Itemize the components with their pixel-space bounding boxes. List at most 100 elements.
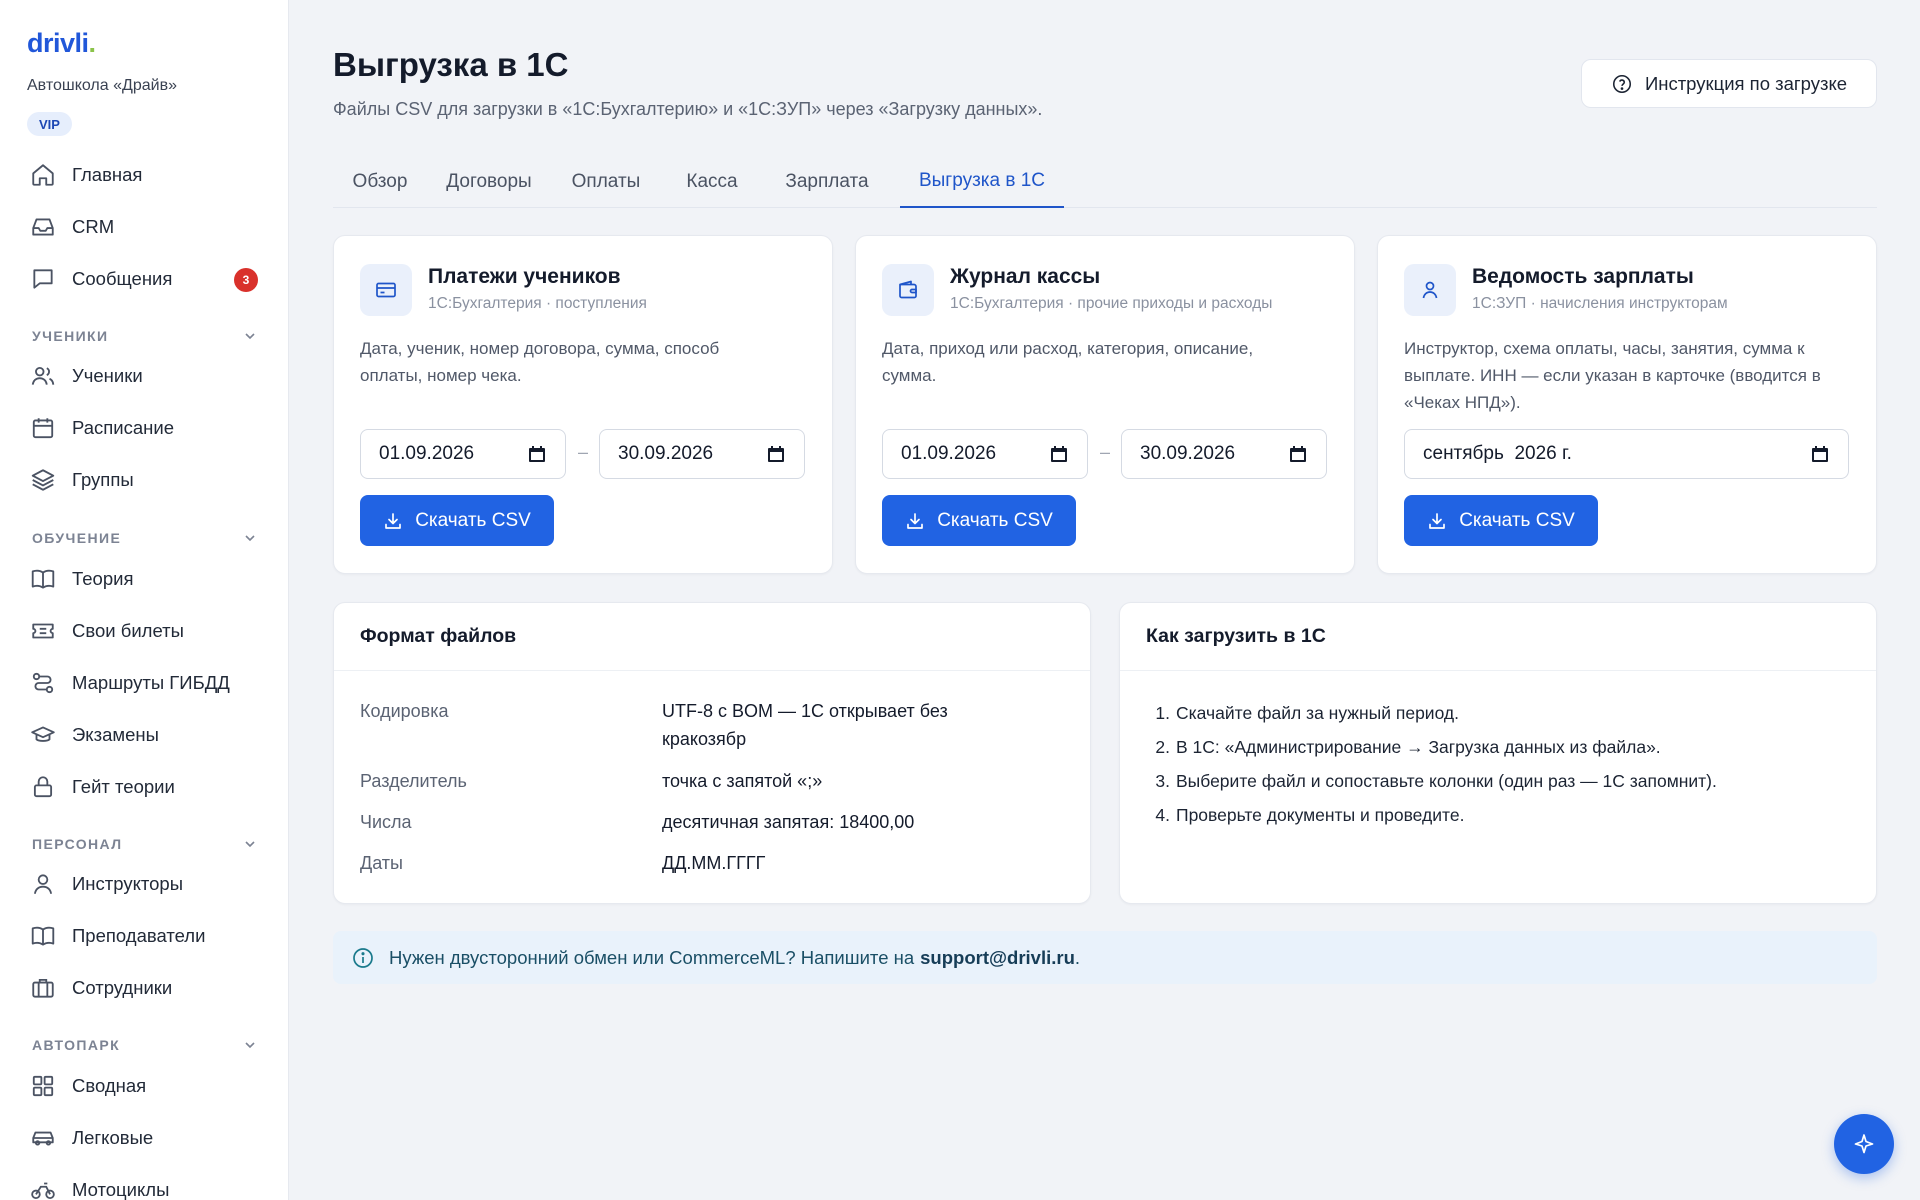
- date-from-input[interactable]: 01.09.2026: [882, 429, 1088, 479]
- panel-title: Формат файлов: [360, 625, 517, 647]
- download-icon: [905, 511, 925, 531]
- format-value: ДД.ММ.ГГГГ: [662, 853, 766, 873]
- download-csv-button[interactable]: Скачать CSV: [360, 495, 554, 546]
- sidebar-item-fleet-summary[interactable]: Сводная: [30, 1068, 260, 1104]
- sidebar-item-label: Инструкторы: [72, 873, 184, 894]
- section-header-staff[interactable]: ПЕРСОНАЛ: [32, 834, 258, 854]
- sidebar-item-theory-gate[interactable]: Гейт теории: [30, 769, 260, 805]
- download-csv-label: Скачать CSV: [415, 509, 531, 531]
- sidebar-item-own-tickets[interactable]: Свои билеты: [30, 613, 260, 649]
- sidebar-item-label: Группы: [72, 469, 134, 490]
- card-description: Дата, ученик, номер договора, сумма, спо…: [360, 339, 720, 385]
- motorcycle-icon: [30, 1177, 56, 1200]
- month-value: сентябрь 2026 г.: [1423, 443, 1572, 464]
- sidebar-item-cars[interactable]: Легковые: [30, 1120, 260, 1156]
- chevron-down-icon: [242, 1037, 258, 1053]
- step-text: Выберите файл и сопоставьте колонки (оди…: [1176, 771, 1717, 791]
- card-subtitle: 1С:ЗУП · начисления инструкторам: [1472, 295, 1728, 312]
- card-description: Инструктор, схема оплаты, часы, занятия,…: [1404, 339, 1821, 412]
- tab-overview[interactable]: Обзор: [333, 156, 427, 208]
- assistant-fab-button[interactable]: [1834, 1114, 1894, 1174]
- download-csv-button[interactable]: Скачать CSV: [1404, 495, 1598, 546]
- tab-salary[interactable]: Зарплата: [771, 156, 883, 208]
- sidebar-item-crm[interactable]: CRM: [30, 209, 260, 245]
- upload-instructions-label: Инструкция по загрузке: [1644, 72, 1848, 94]
- home-icon: [30, 162, 56, 188]
- sidebar-item-groups[interactable]: Группы: [30, 462, 260, 498]
- user-icon: [30, 871, 56, 897]
- book-icon: [30, 566, 56, 592]
- card-title: Журнал кассы: [950, 265, 1101, 288]
- format-key: Кодировка: [360, 701, 449, 721]
- step-text: Проверьте документы и проведите.: [1176, 805, 1465, 825]
- card-subtitle: 1С:Бухгалтерия · прочие приходы и расход…: [950, 295, 1273, 312]
- support-email-link[interactable]: support@drivli.ru: [920, 947, 1075, 969]
- sidebar-item-label: Сообщения: [72, 268, 173, 289]
- wallet-icon: [882, 264, 934, 316]
- step-number: 1.: [1155, 703, 1170, 723]
- file-format-panel: Формат файлов Кодировка UTF-8 с BOM — 1С…: [333, 602, 1091, 904]
- card-title: Платежи учеников: [428, 265, 621, 288]
- calendar-icon[interactable]: [1810, 444, 1830, 464]
- sidebar-item-students[interactable]: Ученики: [30, 358, 260, 394]
- sidebar-item-label: Главная: [72, 164, 143, 185]
- sidebar-item-employees[interactable]: Сотрудники: [30, 970, 260, 1006]
- sidebar-item-home[interactable]: Главная: [30, 157, 260, 193]
- sparkle-icon: [1852, 1132, 1876, 1156]
- chevron-down-icon: [242, 836, 258, 852]
- sidebar-item-messages[interactable]: Сообщения 3: [30, 261, 260, 297]
- download-csv-button[interactable]: Скачать CSV: [882, 495, 1076, 546]
- section-header-education[interactable]: ОБУЧЕНИЕ: [32, 528, 258, 548]
- brand-logo[interactable]: drivli.: [27, 28, 96, 59]
- tab-payments[interactable]: Оплаты: [559, 156, 653, 208]
- step-number: 3.: [1155, 771, 1170, 791]
- sidebar-item-label: CRM: [72, 216, 115, 237]
- sidebar-item-instructors[interactable]: Инструкторы: [30, 866, 260, 902]
- section-header-fleet[interactable]: АВТОПАРК: [32, 1035, 258, 1055]
- section-header-students[interactable]: УЧЕНИКИ: [32, 326, 258, 346]
- chevron-down-icon: [242, 328, 258, 344]
- sidebar-item-routes[interactable]: Маршруты ГИБДД: [30, 665, 260, 701]
- date-to-input[interactable]: 30.09.2026: [1121, 429, 1327, 479]
- calendar-icon[interactable]: [527, 444, 547, 464]
- sidebar-item-label: Сводная: [72, 1075, 147, 1096]
- date-to-input[interactable]: 30.09.2026: [599, 429, 805, 479]
- tab-export-1c[interactable]: Выгрузка в 1С: [900, 156, 1064, 208]
- sidebar-item-teachers[interactable]: Преподаватели: [30, 918, 260, 954]
- inbox-icon: [30, 214, 56, 240]
- sidebar-item-theory[interactable]: Теория: [30, 561, 260, 597]
- sidebar-item-label: Расписание: [72, 417, 174, 438]
- month-input[interactable]: сентябрь 2026 г.: [1404, 429, 1849, 479]
- sidebar-item-label: Преподаватели: [72, 925, 206, 946]
- graduation-cap-icon: [30, 722, 56, 748]
- sidebar-item-motorcycles[interactable]: Мотоциклы: [30, 1172, 260, 1200]
- upload-instructions-button[interactable]: Инструкция по загрузке: [1581, 59, 1877, 108]
- card-subtitle: 1С:Бухгалтерия · поступления: [428, 295, 647, 312]
- tab-contracts[interactable]: Договоры: [434, 156, 544, 208]
- date-from-input[interactable]: 01.09.2026: [360, 429, 566, 479]
- info-icon: [351, 946, 375, 970]
- sidebar-item-label: Ученики: [72, 365, 143, 386]
- panel-divider: [1120, 670, 1876, 671]
- calendar-icon[interactable]: [1049, 444, 1069, 464]
- page-subtitle: Файлы CSV для загрузки в «1С:Бухгалтерию…: [333, 99, 1043, 119]
- book-open-icon: [30, 923, 56, 949]
- step-number: 4.: [1155, 805, 1170, 825]
- layers-icon: [30, 467, 56, 493]
- date-range-dash: –: [578, 442, 589, 462]
- date-to-value: 30.09.2026: [618, 443, 714, 464]
- user-icon: [1404, 264, 1456, 316]
- sidebar-item-exams[interactable]: Экзамены: [30, 717, 260, 753]
- instruction-step: 1. Скачайте файл за нужный период.: [1146, 703, 1459, 724]
- support-info-banner: Нужен двусторонний обмен или CommerceML?…: [333, 931, 1877, 984]
- format-value: точка с запятой «;»: [662, 771, 823, 791]
- finance-tabs: Обзор Договоры Оплаты Касса Зарплата Выг…: [333, 156, 1877, 208]
- sidebar-item-schedule[interactable]: Расписание: [30, 410, 260, 446]
- calendar-icon[interactable]: [1288, 444, 1308, 464]
- tab-cash[interactable]: Касса: [667, 156, 757, 208]
- date-from-value: 01.09.2026: [379, 443, 475, 464]
- format-key: Даты: [360, 853, 403, 873]
- format-key: Разделитель: [360, 771, 467, 791]
- calendar-icon[interactable]: [766, 444, 786, 464]
- export-card-payroll: Ведомость зарплаты 1С:ЗУП · начисления и…: [1377, 235, 1877, 574]
